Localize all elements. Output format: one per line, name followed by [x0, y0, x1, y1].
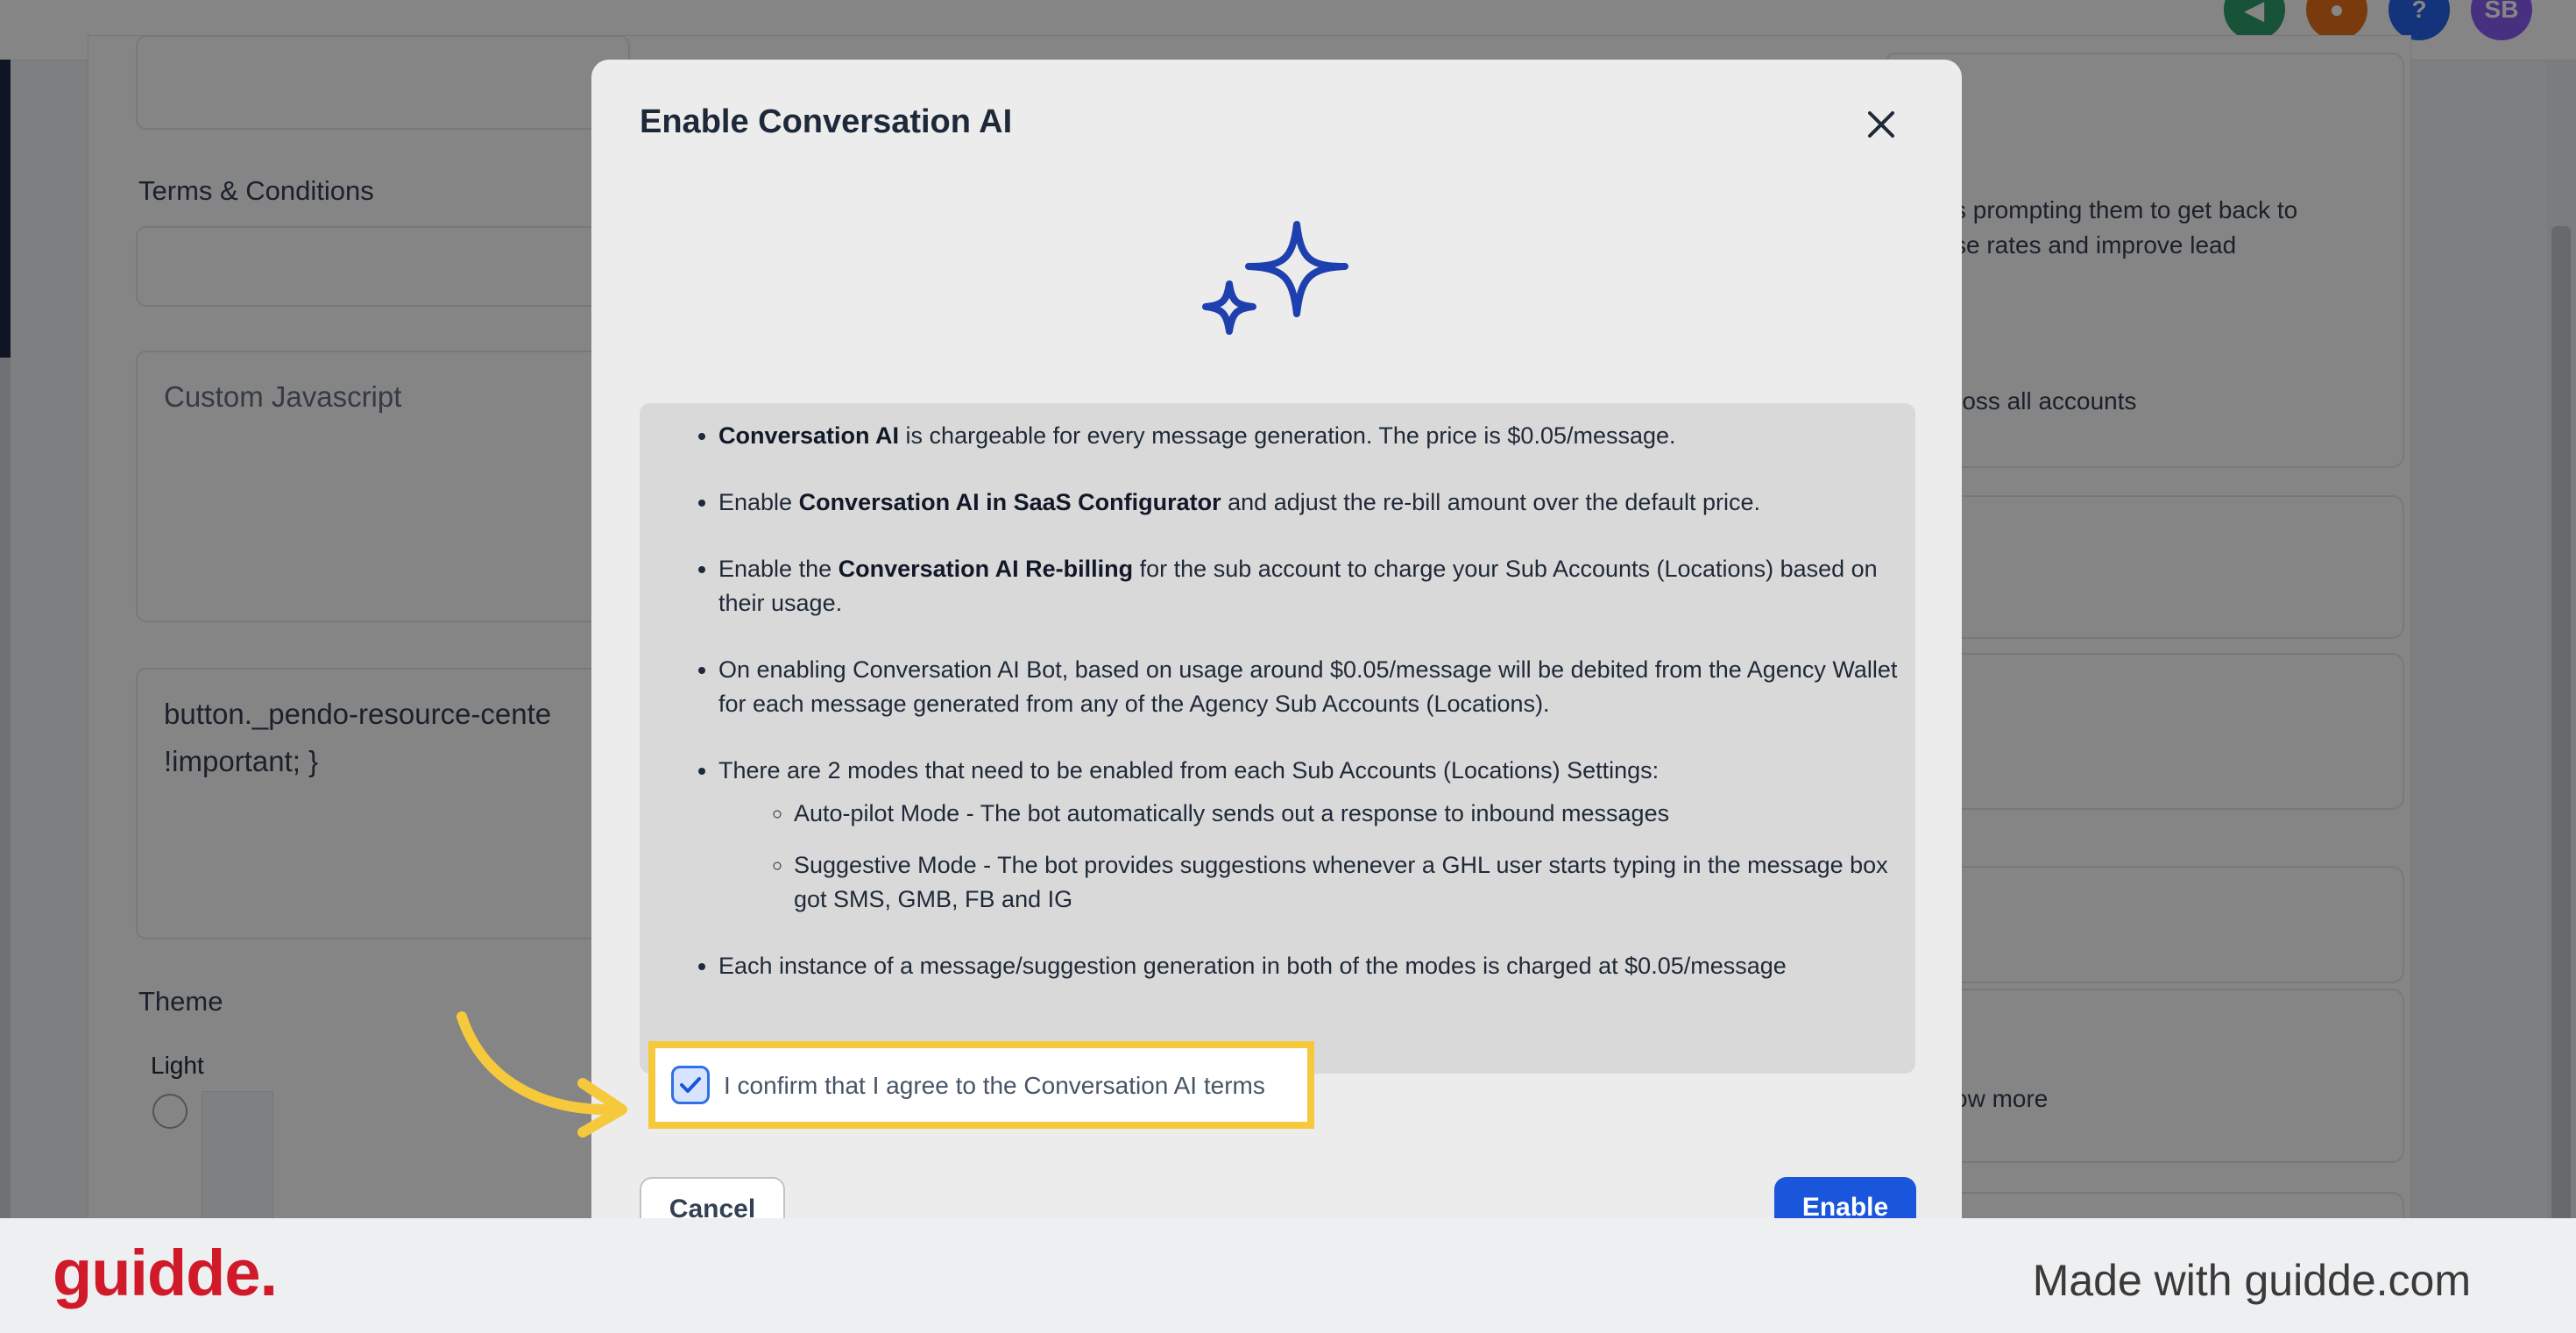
close-icon[interactable]	[1860, 103, 1902, 145]
modal-title: Enable Conversation AI	[640, 103, 1013, 140]
guidde-footer: guidde. Made with guidde.com	[0, 1218, 2576, 1333]
terms-list: Conversation AI is chargeable for every …	[640, 419, 1898, 1016]
pointer-arrow-icon	[456, 1011, 627, 1138]
check-icon	[680, 1077, 701, 1093]
term-item-6: Each instance of a message/suggestion ge…	[718, 949, 1898, 983]
mode-item-1: Auto-pilot Mode - The bot automatically …	[794, 797, 1898, 831]
guidde-logo[interactable]: guidde.	[53, 1236, 278, 1310]
made-with-text[interactable]: Made with guidde.com	[2033, 1255, 2471, 1306]
mode-item-2: Suggestive Mode - The bot provides sugge…	[794, 848, 1898, 917]
term-bold: Conversation AI Re-billing	[838, 556, 1134, 582]
term-text: There are 2 modes that need to be enable…	[718, 757, 1660, 783]
term-bold: Conversation AI in SaaS Configurator	[798, 489, 1221, 515]
term-text: Enable the	[718, 556, 839, 582]
enable-conversation-ai-modal: Enable Conversation AI Conversation AI i…	[591, 60, 1962, 1218]
term-text: Each instance of a message/suggestion ge…	[718, 953, 1787, 979]
sparkle-icon	[1202, 221, 1348, 335]
term-text: Enable	[718, 489, 799, 515]
enable-button[interactable]: Enable	[1774, 1177, 1916, 1218]
confirm-checkbox[interactable]	[671, 1066, 710, 1104]
term-item-4: On enabling Conversation AI Bot, based o…	[718, 653, 1898, 721]
term-text: On enabling Conversation AI Bot, based o…	[718, 656, 1898, 717]
term-item-3: Enable the Conversation AI Re-billing fo…	[718, 552, 1898, 620]
confirm-label[interactable]: I confirm that I agree to the Conversati…	[724, 1072, 1265, 1100]
app-window: ◀ ● ? SB Terms & Conditions Custom Javas…	[0, 0, 2576, 1218]
term-item-1: Conversation AI is chargeable for every …	[718, 419, 1898, 453]
confirm-terms-row[interactable]: I confirm that I agree to the Conversati…	[648, 1041, 1314, 1129]
modes-list: Auto-pilot Mode - The bot automatically …	[715, 797, 1898, 917]
term-bold: Conversation AI	[718, 422, 900, 449]
terms-panel: Conversation AI is chargeable for every …	[640, 403, 1915, 1074]
term-item-5: There are 2 modes that need to be enable…	[718, 754, 1898, 917]
term-item-2: Enable Conversation AI in SaaS Configura…	[718, 486, 1898, 520]
cancel-button[interactable]: Cancel	[640, 1177, 785, 1218]
term-text: and adjust the re-bill amount over the d…	[1221, 489, 1760, 515]
term-text: is chargeable for every message generati…	[899, 422, 1676, 449]
